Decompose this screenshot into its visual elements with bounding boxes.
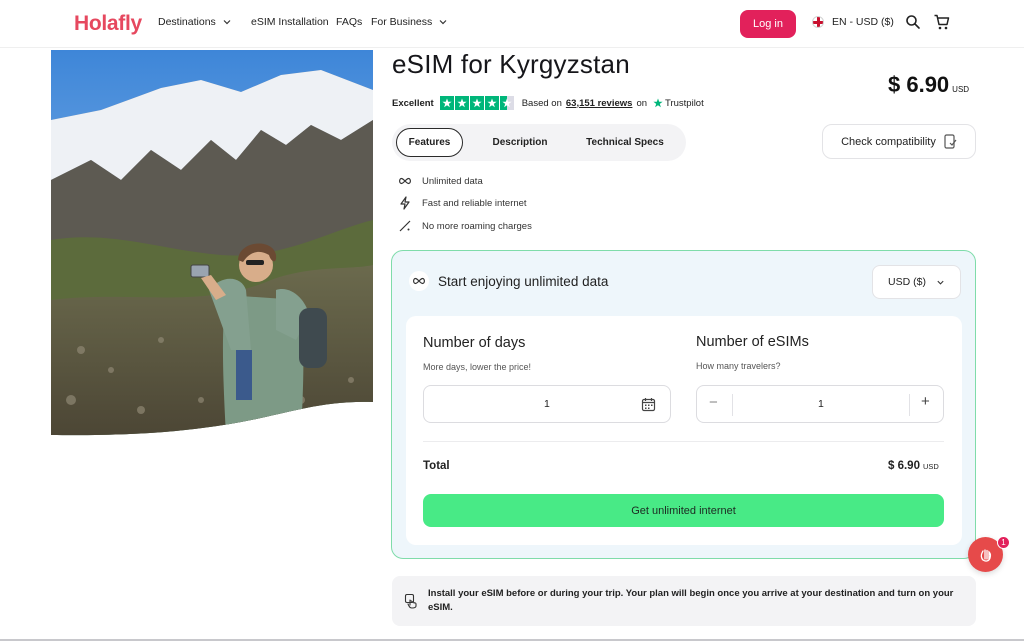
holafly-logo[interactable]: Holafly bbox=[74, 12, 142, 36]
star-icon bbox=[439, 96, 454, 110]
days-value: 1 bbox=[544, 398, 550, 410]
total-currency: USD bbox=[922, 462, 939, 471]
increment-button[interactable]: + bbox=[921, 393, 930, 410]
feature-label: Unlimited data bbox=[422, 175, 483, 187]
days-label: Number of days bbox=[423, 335, 526, 351]
total-value: $ 6.90 bbox=[888, 460, 920, 472]
feature-fast-internet: Fast and reliable internet bbox=[398, 196, 527, 210]
star-icon bbox=[484, 96, 499, 110]
nav-destinations[interactable]: Destinations bbox=[158, 16, 232, 28]
stepper-divider bbox=[732, 394, 733, 416]
reviews-link[interactable]: 63,151 reviews bbox=[566, 98, 633, 109]
hero-photo-traveler-mountains bbox=[51, 50, 373, 436]
days-picker[interactable]: 1 bbox=[423, 385, 671, 423]
divider bbox=[423, 441, 944, 442]
currency-value: USD ($) bbox=[888, 276, 926, 288]
install-info-text: Install your eSIM before or during your … bbox=[428, 588, 954, 613]
login-button[interactable]: Log in bbox=[740, 10, 796, 38]
esims-label: Number of eSIMs bbox=[696, 334, 809, 350]
star-icon bbox=[454, 96, 469, 110]
nav-for-business-label: For Business bbox=[371, 16, 433, 28]
total-label: Total bbox=[423, 460, 450, 472]
rating-based-on: Based on bbox=[521, 97, 562, 109]
language-label: EN - USD ($) bbox=[832, 16, 894, 28]
price-currency: USD bbox=[952, 85, 970, 94]
hand-wave-icon bbox=[980, 548, 991, 562]
rating-stars bbox=[439, 96, 514, 110]
feature-unlimited-data: Unlimited data bbox=[398, 174, 483, 188]
nav-esim-installation-label: eSIM Installation bbox=[251, 16, 329, 28]
infinity-badge bbox=[409, 271, 429, 291]
infinity-icon bbox=[413, 277, 425, 285]
cart-icon[interactable] bbox=[933, 13, 951, 31]
chevron-down-icon bbox=[223, 20, 231, 25]
plan-heading: Start enjoying unlimited data bbox=[438, 274, 609, 289]
no-roaming-icon bbox=[399, 220, 411, 232]
phone-check-icon bbox=[944, 134, 957, 149]
tab-features[interactable]: Features bbox=[396, 128, 463, 157]
get-unlimited-internet-button[interactable]: Get unlimited internet bbox=[423, 494, 944, 527]
product-tabs: Features Description Technical Specs bbox=[392, 124, 686, 161]
rating-on: on bbox=[636, 97, 648, 109]
nav-faqs-label: FAQs bbox=[336, 16, 363, 28]
product-title: eSIM for Kyrgyzstan bbox=[392, 49, 630, 79]
currency-select[interactable]: USD ($) bbox=[872, 265, 961, 299]
calendar-icon[interactable] bbox=[641, 397, 656, 412]
price-value: $ 6.90 bbox=[888, 72, 950, 97]
feature-no-roaming: No more roaming charges bbox=[398, 219, 532, 233]
decrement-button[interactable]: − bbox=[709, 394, 718, 411]
nav-faqs[interactable]: FAQs bbox=[336, 16, 362, 28]
half-star-icon bbox=[499, 96, 514, 110]
nav-destinations-label: Destinations bbox=[158, 16, 216, 28]
trustpilot-label: Trustpilot bbox=[665, 97, 704, 109]
stepper-divider bbox=[909, 394, 910, 416]
nav-esim-installation[interactable]: eSIM Installation bbox=[251, 16, 329, 28]
tab-technical-specs[interactable]: Technical Specs bbox=[578, 128, 672, 157]
chevron-down-icon bbox=[439, 20, 447, 25]
product-price: $ 6.90 USD bbox=[888, 72, 969, 98]
feature-label: No more roaming charges bbox=[422, 220, 532, 232]
infinity-icon bbox=[399, 177, 411, 185]
language-currency-selector[interactable]: EN - USD ($) bbox=[812, 16, 894, 28]
check-compatibility-button[interactable]: Check compatibility bbox=[822, 124, 976, 159]
check-compatibility-label: Check compatibility bbox=[841, 135, 936, 148]
chat-notification-badge: 1 bbox=[997, 536, 1010, 549]
uk-flag-icon bbox=[812, 16, 824, 28]
tap-hand-icon bbox=[404, 593, 417, 609]
days-hint: More days, lower the price! bbox=[423, 362, 532, 372]
total-price: $ 6.90 USD bbox=[888, 460, 939, 472]
trustpilot-logo: Trustpilot bbox=[653, 98, 704, 109]
tab-description[interactable]: Description bbox=[480, 128, 560, 157]
star-icon bbox=[469, 96, 484, 110]
lightning-icon bbox=[400, 196, 410, 210]
site-header: Holafly Destinations eSIM Installation F… bbox=[0, 0, 1024, 48]
esims-value[interactable]: 1 bbox=[818, 398, 824, 410]
nav-for-business[interactable]: For Business bbox=[371, 16, 448, 28]
feature-label: Fast and reliable internet bbox=[422, 197, 527, 209]
esims-hint: How many travelers? bbox=[696, 361, 781, 371]
search-icon[interactable] bbox=[904, 13, 922, 31]
esims-quantity-stepper: − 1 + bbox=[696, 385, 944, 423]
rating-label: Excellent bbox=[392, 97, 434, 109]
trustpilot-star-icon bbox=[653, 98, 663, 108]
chevron-down-icon bbox=[937, 280, 944, 285]
trustpilot-rating[interactable]: Excellent Based on 63,151 reviews on Tru… bbox=[392, 96, 704, 110]
